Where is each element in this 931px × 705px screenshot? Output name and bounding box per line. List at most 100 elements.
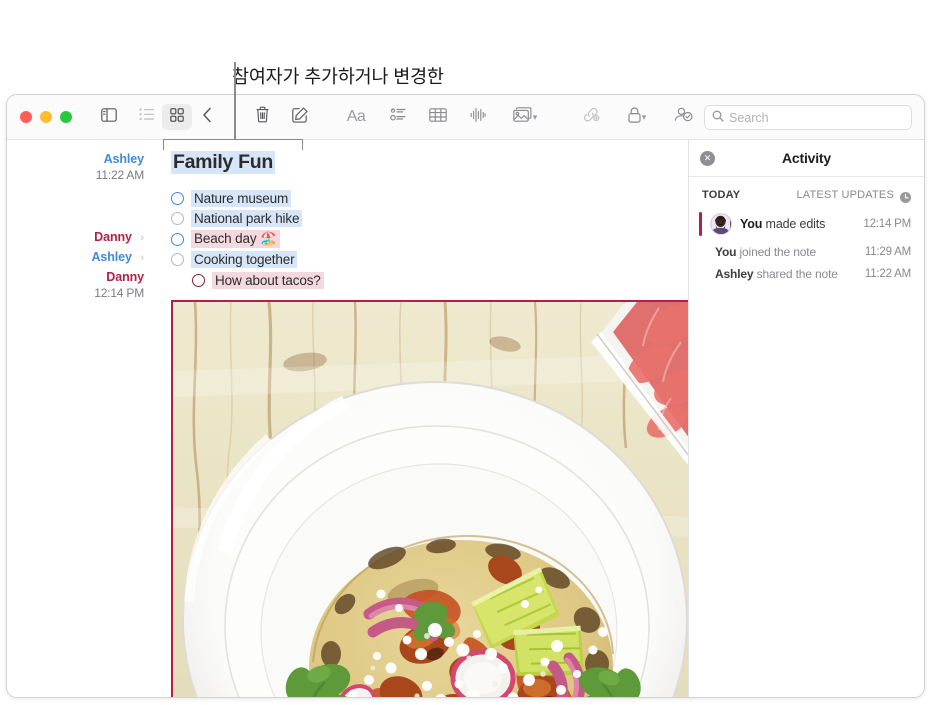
notes-window: Aa ▾ ▾ Search Ashley 11:22 AM Danny › As… — [6, 94, 925, 698]
search-input[interactable] — [729, 110, 904, 125]
note-title[interactable]: Family Fun — [171, 151, 275, 174]
checklist-item-label: Cooking together — [191, 251, 298, 269]
clock-icon[interactable] — [900, 190, 911, 203]
media-button[interactable]: ▾ — [507, 104, 543, 130]
activity-entry-time: 12:14 PM — [863, 218, 911, 230]
link-icon — [582, 107, 600, 127]
back-button[interactable] — [192, 104, 222, 130]
activity-entry-main[interactable]: You made edits 12:14 PM — [689, 207, 924, 241]
activity-action: shared the note — [753, 267, 838, 281]
lock-button[interactable]: ▾ — [620, 104, 654, 130]
callout-leader-line — [234, 62, 236, 140]
avatar — [710, 213, 732, 235]
checklist-item[interactable]: Beach day 🏖️ — [171, 229, 688, 250]
chevron-right-icon[interactable]: › — [140, 232, 144, 244]
unread-indicator — [699, 212, 702, 236]
activity-actor: You — [715, 245, 737, 259]
gutter-timestamp: 11:22 AM — [95, 168, 144, 182]
window-body: Ashley 11:22 AM Danny › Ashley › Danny 1… — [7, 140, 924, 697]
note-photo[interactable] — [171, 299, 688, 697]
trash-icon — [255, 106, 270, 128]
list-view-button[interactable] — [132, 104, 162, 130]
window-controls — [20, 111, 72, 123]
checkbox-icon[interactable] — [171, 212, 184, 226]
activity-entry-text: You made edits — [740, 217, 825, 231]
gutter-author-name: Danny — [94, 230, 132, 244]
table-button[interactable] — [423, 104, 453, 130]
activity-entry-text: You joined the note — [715, 245, 816, 259]
sidebar-toggle-button[interactable] — [94, 104, 124, 130]
compose-icon — [292, 106, 308, 128]
format-aa-icon: Aa — [346, 108, 366, 125]
checklist-item[interactable]: Cooking together — [171, 250, 688, 271]
format-button[interactable]: Aa — [339, 104, 373, 130]
chevron-down-icon: ▾ — [641, 111, 647, 122]
list-view-icon — [139, 108, 155, 126]
gutter-author-name: Ashley — [91, 250, 132, 264]
gutter-entry[interactable]: Danny › — [94, 228, 144, 246]
compose-note-button[interactable] — [285, 104, 315, 130]
gutter-author-name: Danny — [106, 270, 144, 284]
checkbox-icon[interactable] — [171, 232, 184, 246]
taco-photo-image — [173, 301, 688, 697]
activity-sort-label[interactable]: LATEST UPDATES — [796, 189, 894, 201]
activity-panel: ✕ Activity TODAY LATEST UPDATES You made… — [688, 140, 924, 697]
activity-actor: You — [740, 217, 763, 231]
zoom-window-button[interactable] — [60, 111, 72, 123]
note-content[interactable]: Family Fun Nature museum National park h… — [171, 140, 688, 697]
activity-entry-time: 11:29 AM — [864, 246, 911, 258]
gutter-entry[interactable]: Danny 12:14 PM — [94, 268, 144, 300]
checklist-item[interactable]: Nature museum — [171, 188, 688, 209]
activity-title: Activity — [782, 150, 831, 166]
activity-section-label: TODAY — [702, 189, 741, 201]
checklist-item-label: Nature museum — [191, 189, 292, 207]
checkbox-icon[interactable] — [171, 253, 184, 267]
link-button[interactable] — [576, 104, 606, 130]
activity-action: made edits — [762, 217, 826, 231]
close-window-button[interactable] — [20, 111, 32, 123]
note-pane: Ashley 11:22 AM Danny › Ashley › Danny 1… — [7, 140, 688, 697]
checklist-item-label: How about tacos? — [212, 271, 324, 289]
waveform-icon — [470, 107, 486, 128]
checklist-item-label: National park hike — [191, 210, 303, 228]
audio-recording-button[interactable] — [463, 104, 493, 130]
chevron-right-icon[interactable]: › — [140, 252, 144, 264]
activity-actor: Ashley — [715, 267, 754, 281]
activity-subheader: TODAY LATEST UPDATES — [689, 177, 924, 207]
table-icon — [429, 107, 447, 127]
close-activity-button[interactable]: ✕ — [700, 150, 715, 166]
gutter-entry[interactable]: Ashley 11:22 AM — [96, 150, 144, 182]
lock-icon — [628, 106, 641, 128]
gutter-author-name: Ashley — [103, 152, 145, 166]
checklist-item-label: Beach day 🏖️ — [191, 230, 280, 249]
callout-line-1: 참여자가 추가하거나 변경한 — [232, 66, 444, 87]
collaborate-button[interactable] — [668, 104, 698, 130]
checklist-item[interactable]: How about tacos? — [171, 270, 688, 291]
minimize-window-button[interactable] — [40, 111, 52, 123]
checklist-item[interactable]: National park hike — [171, 209, 688, 230]
toolbar: Aa ▾ ▾ Search — [7, 95, 924, 140]
sidebar-icon — [101, 107, 117, 127]
add-person-icon — [674, 107, 693, 127]
media-icon — [512, 107, 532, 127]
checklist: Nature museum National park hike Beach d… — [171, 188, 688, 291]
grid-view-icon — [170, 107, 184, 127]
delete-note-button[interactable] — [247, 104, 277, 130]
chevron-left-icon — [202, 107, 212, 128]
gutter-entry[interactable]: Ashley › — [91, 248, 144, 266]
activity-action: joined the note — [736, 245, 817, 259]
activity-entry-text: Ashley shared the note — [715, 267, 838, 281]
checkbox-icon[interactable] — [192, 273, 205, 287]
activity-entry-time: 11:22 AM — [864, 268, 911, 280]
checklist-button[interactable] — [383, 104, 413, 130]
search-field[interactable] — [704, 105, 912, 130]
activity-entry[interactable]: You joined the note 11:29 AM — [689, 241, 924, 263]
toolbar-divider-2 — [561, 106, 562, 128]
grid-view-button[interactable] — [162, 104, 192, 130]
activity-entry[interactable]: Ashley shared the note 11:22 AM — [689, 263, 924, 285]
activity-header: ✕ Activity — [689, 140, 924, 177]
chevron-down-icon: ▾ — [532, 111, 538, 122]
search-icon — [712, 109, 724, 127]
close-icon: ✕ — [703, 152, 712, 163]
checkbox-icon[interactable] — [171, 191, 184, 205]
